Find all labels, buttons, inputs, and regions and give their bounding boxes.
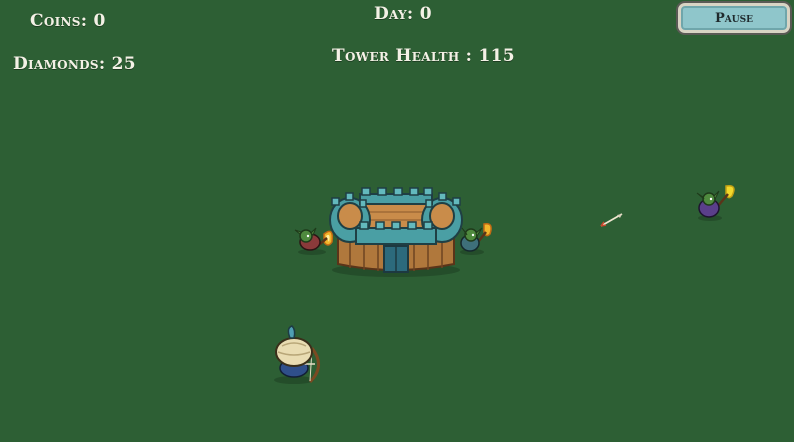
pause-button[interactable]: Pause <box>678 3 790 33</box>
day-counter: Day: 0 <box>374 4 432 24</box>
goblin-torch-icon <box>294 220 342 260</box>
diamonds-counter: Diamonds: 25 <box>13 54 136 74</box>
goblin-torch-icon <box>458 222 498 260</box>
castle-tower-icon <box>326 182 466 282</box>
goblin-torch-icon <box>694 184 740 226</box>
arrow-projectile-icon <box>598 211 626 233</box>
archer-player-icon <box>268 322 328 390</box>
coins-counter: Coins: 0 <box>30 11 106 31</box>
tower-health-counter: Tower Health : 115 <box>332 46 515 66</box>
